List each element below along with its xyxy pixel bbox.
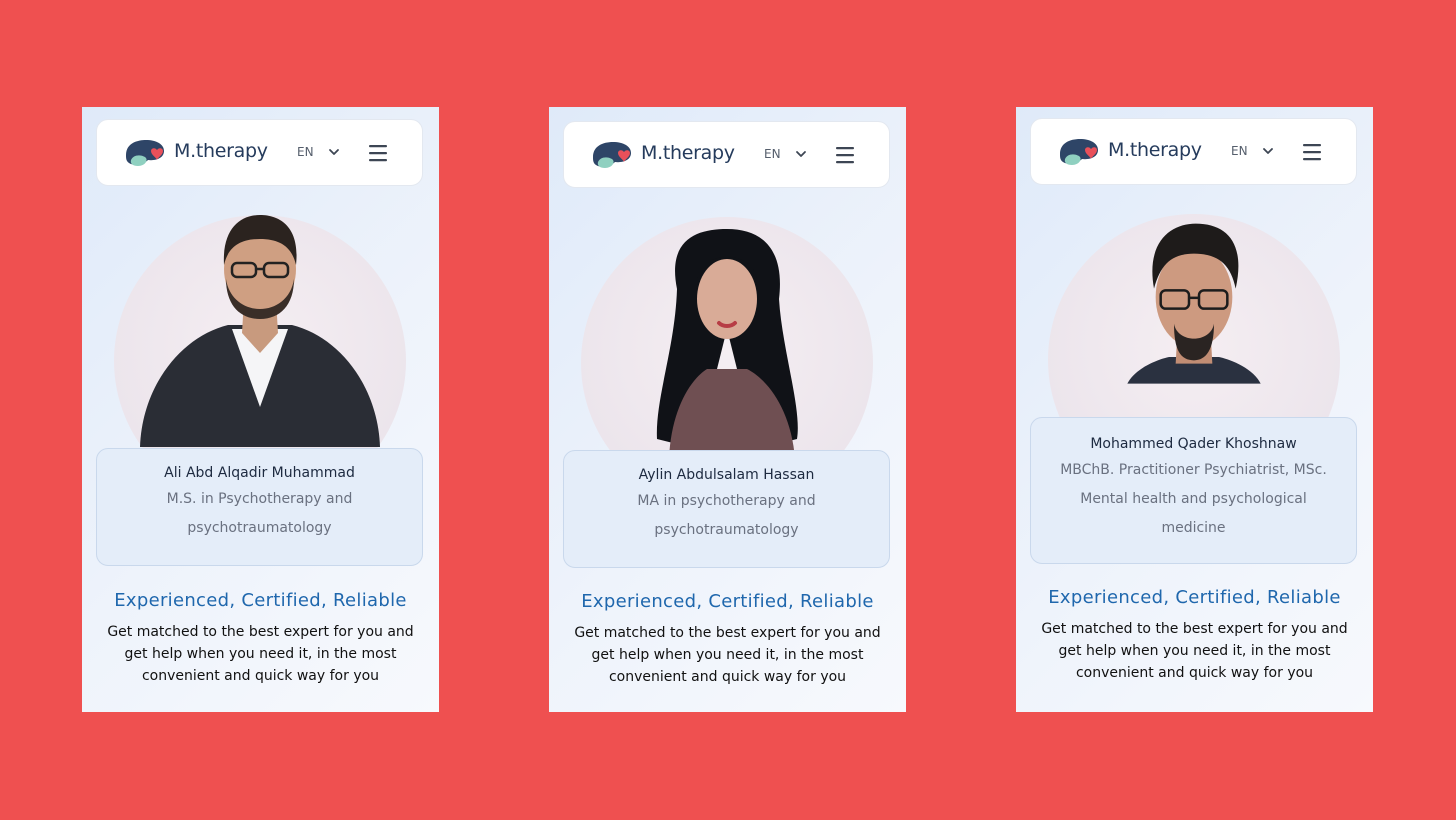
hamburger-menu-icon[interactable] xyxy=(1302,143,1322,161)
brain-heart-logo-icon[interactable] xyxy=(590,140,634,172)
therapist-credentials: M.S. in Psychotherapy and psychotraumato… xyxy=(166,491,353,536)
therapist-portrait xyxy=(140,215,380,447)
description: Get matched to the best expert for you a… xyxy=(107,624,414,684)
therapist-info-card[interactable]: Aylin Abdulsalam Hassan MA in psychother… xyxy=(563,450,890,568)
language-selector[interactable]: EN xyxy=(1231,144,1248,158)
chevron-down-icon[interactable] xyxy=(1262,146,1274,156)
therapist-credentials: MA in psychotherapy and psychotraumatolo… xyxy=(637,493,816,538)
therapist-portrait xyxy=(1127,223,1261,384)
language-selector[interactable]: EN xyxy=(764,147,781,161)
hamburger-menu-icon[interactable] xyxy=(835,146,855,164)
chevron-down-icon[interactable] xyxy=(795,149,807,159)
language-selector[interactable]: EN xyxy=(297,145,314,159)
tagline: Experienced, Certified, Reliable xyxy=(114,590,407,611)
therapist-credentials: MBChB. Practitioner Psychiatrist, MSc. M… xyxy=(1060,462,1327,536)
mobile-screen-2: M.therapy EN Aylin Abdulsalam Hassan MA … xyxy=(549,107,906,712)
header-bar: M.therapy EN xyxy=(563,121,890,188)
tagline: Experienced, Certified, Reliable xyxy=(581,591,874,612)
brand-name[interactable]: M.therapy xyxy=(174,140,268,162)
therapist-info-card[interactable]: Ali Abd Alqadir Muhammad M.S. in Psychot… xyxy=(96,448,423,566)
chevron-down-icon[interactable] xyxy=(328,147,340,157)
header-bar: M.therapy EN xyxy=(1030,118,1357,185)
brain-heart-logo-icon[interactable] xyxy=(123,138,167,170)
hamburger-menu-icon[interactable] xyxy=(368,144,388,162)
therapist-info-card[interactable]: Mohammed Qader Khoshnaw MBChB. Practitio… xyxy=(1030,417,1357,564)
tagline: Experienced, Certified, Reliable xyxy=(1048,587,1341,608)
therapist-name: Aylin Abdulsalam Hassan xyxy=(638,467,815,483)
brand-name[interactable]: M.therapy xyxy=(1108,139,1202,161)
description: Get matched to the best expert for you a… xyxy=(574,625,881,685)
brand-name[interactable]: M.therapy xyxy=(641,142,735,164)
brain-heart-logo-icon[interactable] xyxy=(1057,137,1101,169)
description: Get matched to the best expert for you a… xyxy=(1041,621,1348,681)
mobile-screen-1: M.therapy EN Ali Abd Alqadir Muhammad M.… xyxy=(82,107,439,712)
therapist-name: Ali Abd Alqadir Muhammad xyxy=(164,465,355,481)
mobile-screen-3: M.therapy EN Mohammed Qader Khoshnaw MBC… xyxy=(1016,107,1373,712)
therapist-name: Mohammed Qader Khoshnaw xyxy=(1090,436,1297,452)
header-bar: M.therapy EN xyxy=(96,119,423,186)
therapist-portrait xyxy=(656,229,798,459)
